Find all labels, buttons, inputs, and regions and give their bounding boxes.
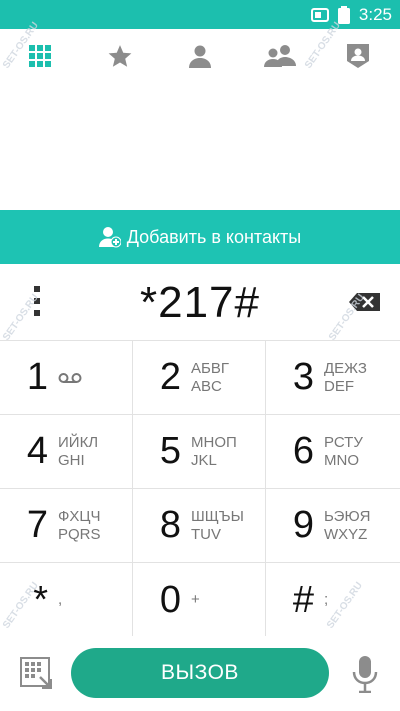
key-letters-ru: ИЙКЛ	[58, 433, 99, 451]
key-digit: 8	[159, 504, 181, 546]
key-letters-en: PQRS	[58, 525, 101, 543]
key-letters-ru: ШЩЪЫ	[191, 507, 244, 525]
key-3[interactable]: 3 ДЕЖЗ DEF	[266, 341, 400, 415]
key-letters-en: JKL	[191, 451, 217, 469]
key-digit: 7	[26, 504, 48, 546]
key-digit: 6	[292, 430, 314, 472]
key-6[interactable]: 6 РСТУ MNO	[266, 415, 400, 489]
people-icon	[264, 44, 296, 67]
tab-favorites[interactable]	[85, 29, 155, 82]
status-indicators: 3:25	[310, 4, 392, 26]
call-button[interactable]: ВЫЗОВ	[71, 648, 329, 698]
key-wait-char: ;	[324, 591, 329, 608]
key-2[interactable]: 2 АБВГ ABC	[133, 341, 266, 415]
voicemail-icon	[58, 372, 82, 383]
key-1[interactable]: 1	[0, 341, 133, 415]
add-person-icon	[98, 227, 121, 248]
keypad: 1 2 АБВГ ABC 3 ДЕЖЗ DEF 4 ИЙКЛ GHI 5 МНОП JK…	[0, 340, 400, 637]
key-letters-ru: АБВГ	[191, 359, 229, 377]
call-button-label: ВЫЗОВ	[161, 661, 239, 684]
key-0[interactable]: 0 +	[133, 563, 266, 637]
suggestions-area	[0, 82, 400, 210]
key-4[interactable]: 4 ИЙКЛ GHI	[0, 415, 133, 489]
key-digit: 2	[159, 356, 181, 398]
key-5[interactable]: 5 МНОП JKL	[133, 415, 266, 489]
shield-person-icon	[347, 43, 369, 68]
key-letters-en: WXYZ	[324, 525, 368, 543]
tab-groups[interactable]	[245, 29, 315, 82]
key-digit: 0	[159, 578, 181, 621]
tab-bar	[0, 29, 400, 83]
key-letters-ru: ФХЦЧ	[58, 507, 101, 525]
sim-icon	[310, 8, 329, 22]
key-9[interactable]: 9 ЬЭЮЯ WXYZ	[266, 489, 400, 563]
key-letters-en: TUV	[191, 525, 221, 543]
key-letters-en: GHI	[58, 451, 85, 469]
key-digit: 5	[159, 430, 181, 472]
key-digit: 1	[26, 356, 48, 398]
key-letters-en: ABC	[191, 377, 222, 395]
key-digit: 3	[292, 356, 314, 398]
bottom-bar: ВЫЗОВ	[0, 636, 400, 711]
star-icon	[108, 44, 132, 67]
key-digit: 4	[26, 430, 48, 472]
key-letters-ru: МНОП	[191, 433, 237, 451]
dialpad-grid-icon	[29, 44, 51, 67]
add-to-contacts-label: Добавить в контакты	[126, 226, 302, 247]
key-letters-ru: ЬЭЮЯ	[324, 507, 371, 525]
person-icon	[189, 45, 211, 68]
battery-icon	[337, 6, 350, 24]
add-to-contacts-button[interactable]: Добавить в контакты	[0, 210, 400, 264]
key-7[interactable]: 7 ФХЦЧ PQRS	[0, 489, 133, 563]
key-letters-ru: ДЕЖЗ	[324, 359, 367, 377]
key-letters-en: DEF	[324, 377, 354, 395]
key-letters-ru: РСТУ	[324, 433, 363, 451]
tab-contacts[interactable]	[165, 29, 235, 82]
status-time: 3:25	[358, 5, 392, 24]
dialpad-toggle-icon[interactable]	[20, 657, 52, 689]
key-digit: 9	[292, 504, 314, 546]
key-pause-char: ,	[58, 591, 63, 608]
key-8[interactable]: 8 ШЩЪЫ TUV	[133, 489, 266, 563]
key-plus-char: +	[191, 591, 200, 608]
microphone-icon[interactable]	[352, 655, 378, 693]
key-digit: #	[292, 578, 314, 621]
key-letters-en: MNO	[324, 451, 359, 469]
